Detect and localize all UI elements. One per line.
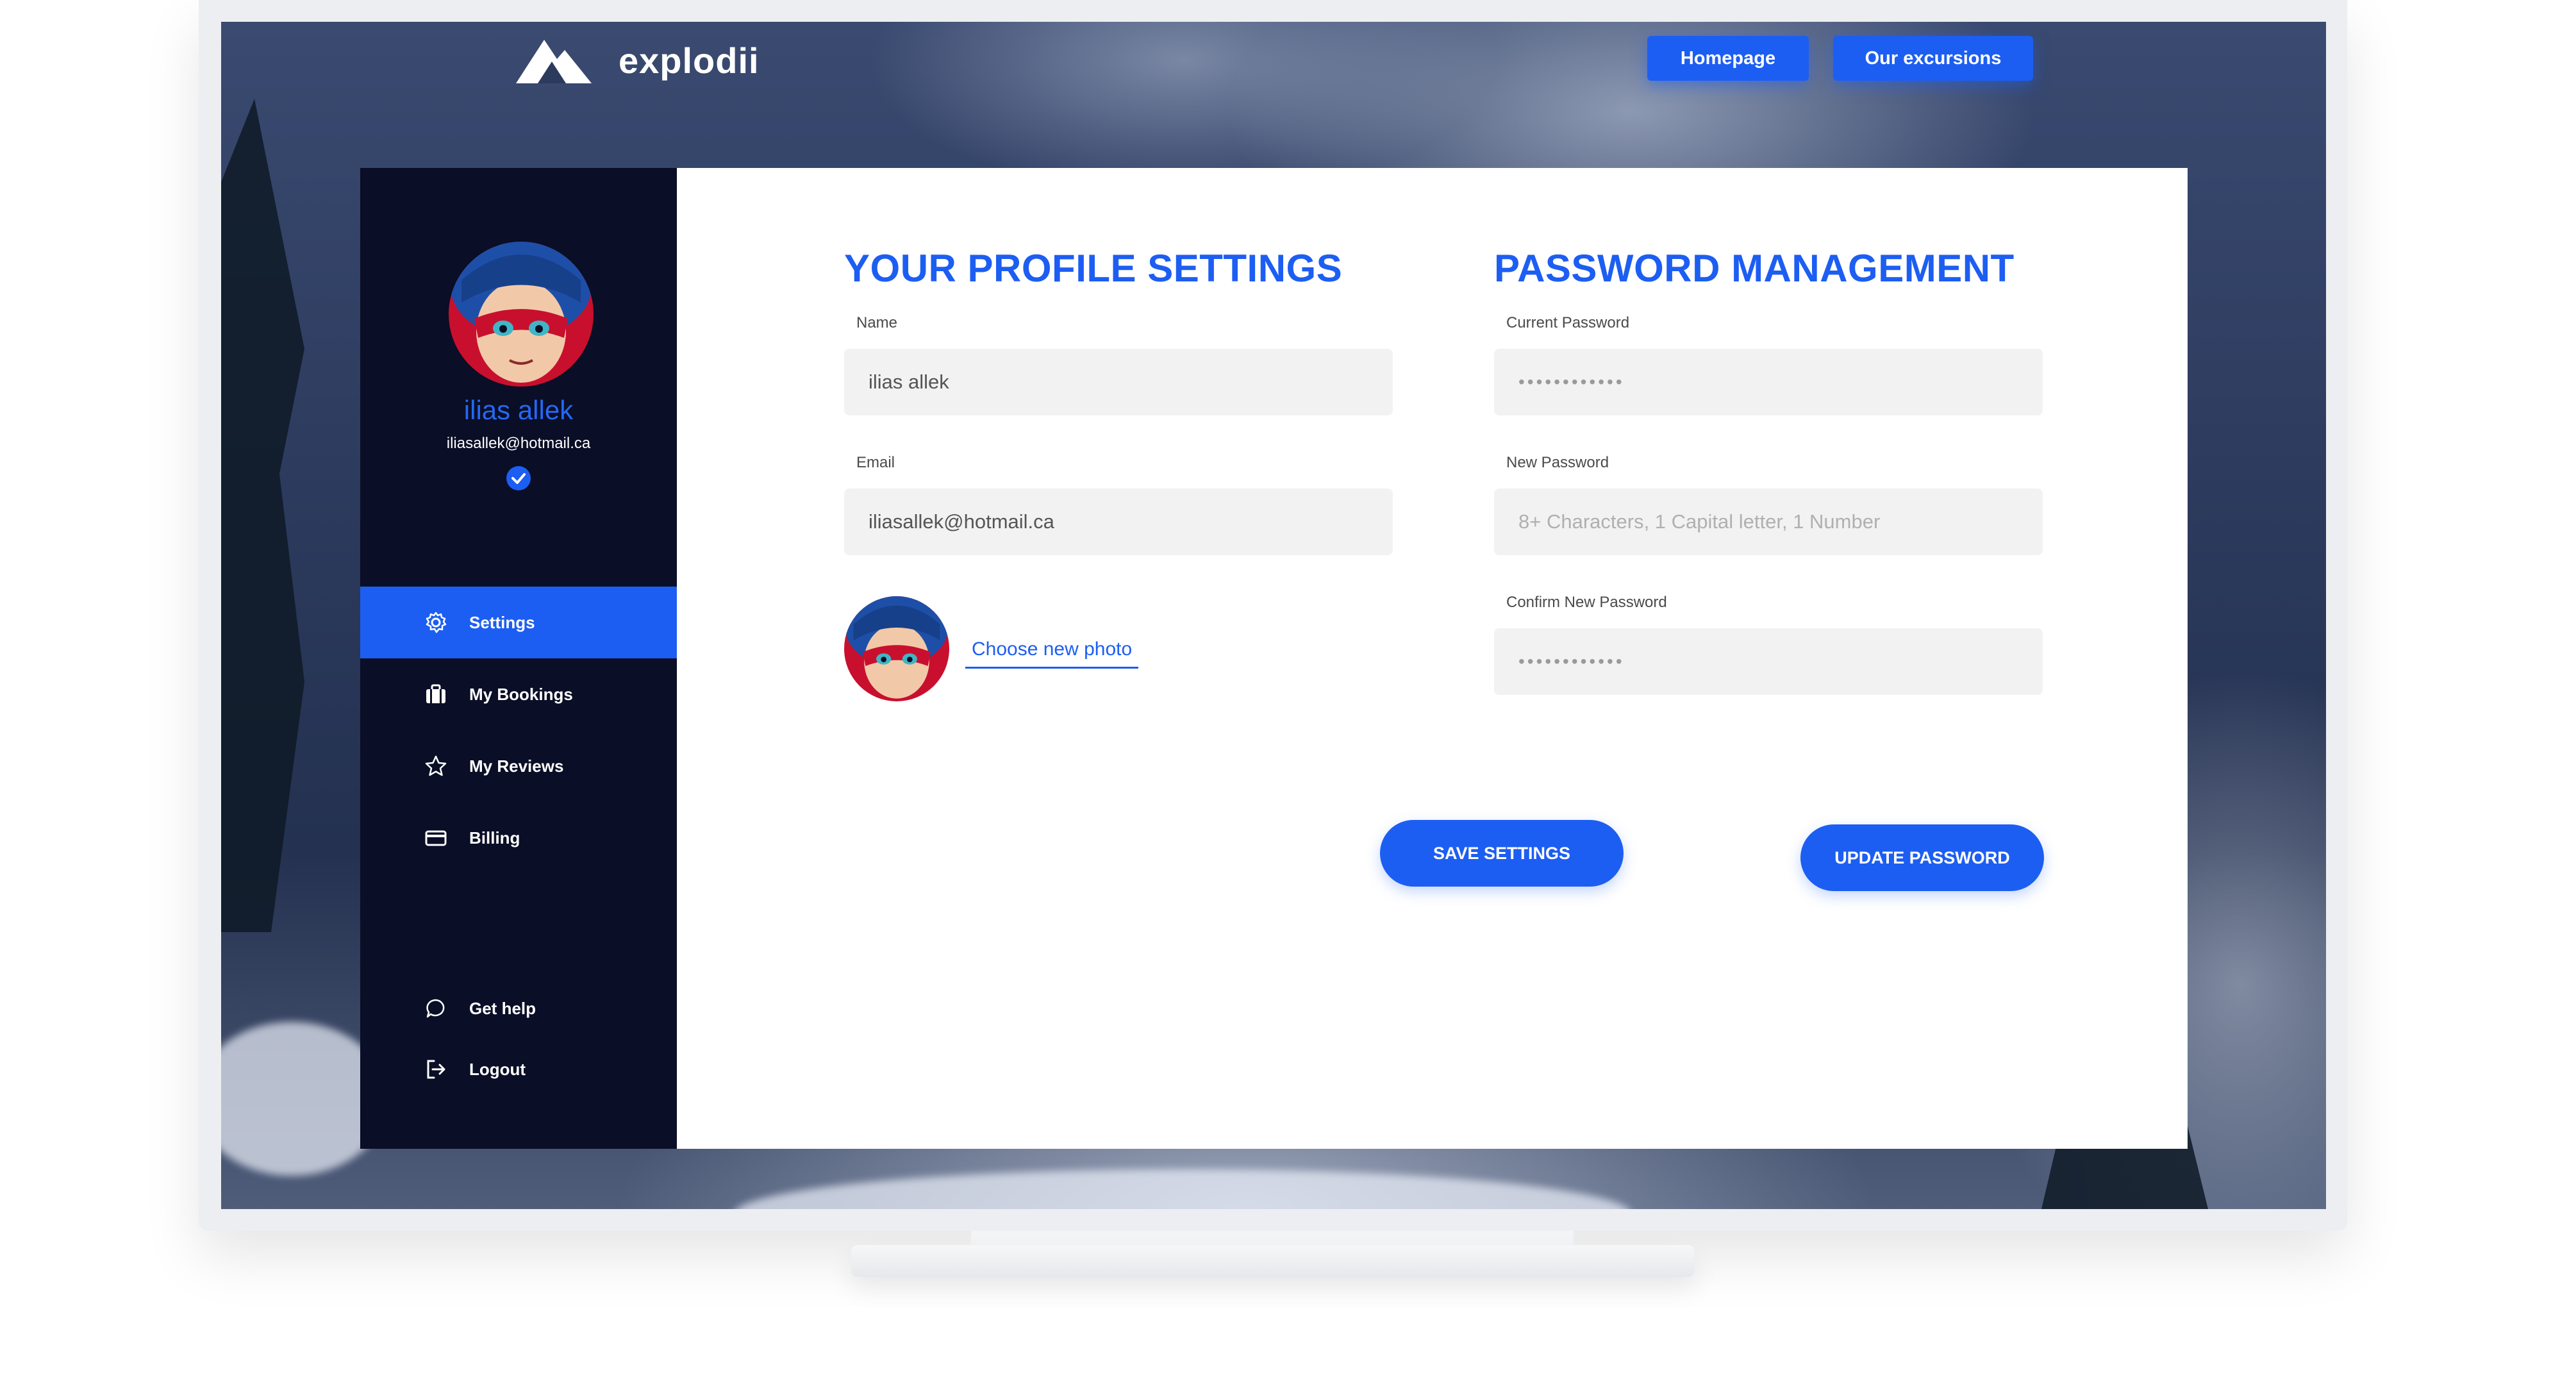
avatar — [449, 242, 594, 387]
new-password-label: New Password — [1506, 454, 1609, 471]
email-label: Email — [856, 454, 895, 471]
sidebar: ilias allek iliasallek@hotmail.ca Settin… — [360, 168, 677, 1149]
current-password-label: Current Password — [1506, 314, 1630, 331]
user-email: iliasallek@hotmail.ca — [446, 435, 591, 452]
verified-check-icon — [506, 466, 531, 490]
settings-card: YOUR PROFILE SETTINGS Name ilias allek E… — [677, 168, 2188, 1149]
credit-card-icon — [425, 830, 447, 846]
profile-photo — [844, 596, 949, 701]
sidebar-item-label: My Reviews — [469, 756, 564, 776]
brand-name: explodii — [619, 40, 760, 81]
sidebar-item-label: Get help — [469, 998, 536, 1018]
chat-bubble-icon — [426, 999, 445, 1018]
brand-logo[interactable]: explodii — [516, 35, 760, 86]
logout-icon — [427, 1060, 445, 1079]
name-field[interactable]: ilias allek — [844, 349, 1393, 415]
sidebar-item-my-bookings[interactable]: My Bookings — [360, 658, 677, 730]
user-name: ilias allek — [463, 395, 574, 425]
new-password-field[interactable]: 8+ Characters, 1 Capital letter, 1 Numbe… — [1494, 488, 2043, 555]
sidebar-item-label: Settings — [469, 612, 535, 632]
sidebar-item-label: Billing — [469, 828, 520, 847]
star-icon — [425, 755, 447, 776]
monitor-stand-base — [851, 1245, 1695, 1277]
confirm-password-label: Confirm New Password — [1506, 594, 1667, 611]
background-snow-bottom — [734, 1169, 1631, 1209]
homepage-button[interactable]: Homepage — [1647, 36, 1809, 81]
profile-settings-title: YOUR PROFILE SETTINGS — [844, 247, 1343, 290]
gear-icon — [426, 612, 447, 633]
confirm-password-field[interactable]: •••••••••••• — [1494, 628, 2043, 695]
sidebar-item-my-reviews[interactable]: My Reviews — [360, 730, 677, 802]
update-password-button[interactable]: UPDATE PASSWORD — [1800, 824, 2044, 891]
sidebar-item-billing[interactable]: Billing — [360, 802, 677, 874]
our-excursions-button[interactable]: Our excursions — [1833, 36, 2033, 81]
screen: explodii Homepage Our excursions ilias a… — [221, 22, 2326, 1209]
background-tree-left — [221, 99, 304, 932]
sidebar-item-label: My Bookings — [469, 684, 573, 704]
choose-new-photo-link[interactable]: Choose new photo — [965, 639, 1139, 669]
sidebar-item-logout[interactable]: Logout — [360, 1033, 677, 1105]
sidebar-item-label: Logout — [469, 1059, 526, 1079]
briefcase-icon — [426, 684, 445, 703]
current-password-field[interactable]: •••••••••••• — [1494, 349, 2043, 415]
password-management-title: PASSWORD MANAGEMENT — [1494, 247, 2015, 290]
monitor-stand-neck — [971, 1231, 1574, 1245]
sidebar-item-settings[interactable]: Settings — [360, 587, 677, 658]
save-settings-button[interactable]: SAVE SETTINGS — [1380, 820, 1624, 887]
mountain-icon — [516, 40, 592, 83]
name-label: Name — [856, 314, 898, 331]
email-field[interactable]: iliasallek@hotmail.ca — [844, 488, 1393, 555]
